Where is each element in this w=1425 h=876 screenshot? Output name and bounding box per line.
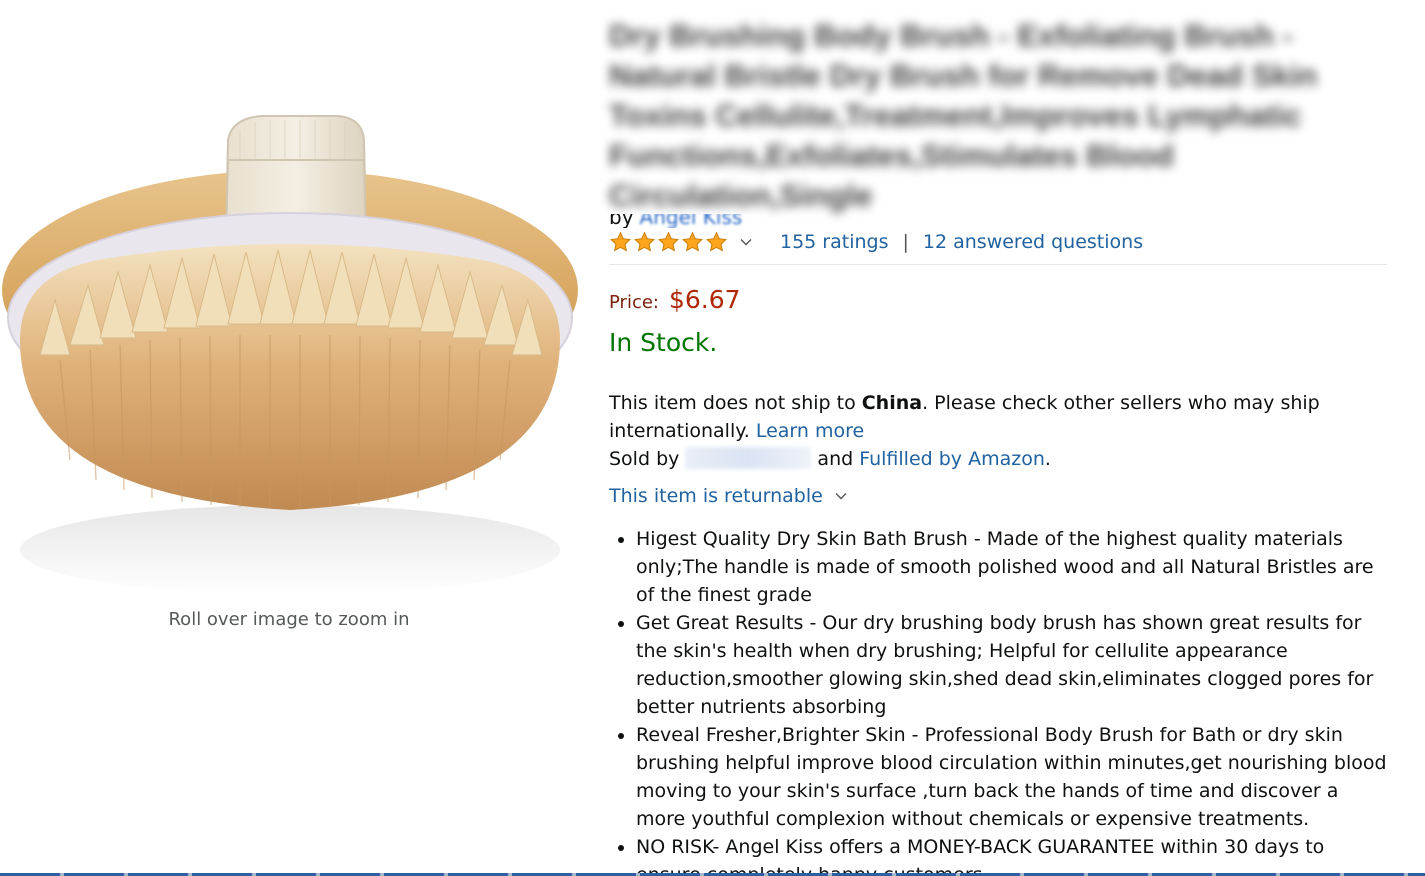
star-icon — [634, 231, 655, 252]
star-rating[interactable] — [609, 231, 728, 253]
star-icon — [610, 231, 631, 252]
list-item: Higest Quality Dry Skin Bath Brush - Mad… — [636, 525, 1388, 609]
separator: | — [902, 231, 909, 253]
fulfilled-by-amazon-link[interactable]: Fulfilled by Amazon — [859, 448, 1045, 470]
returnable-dropdown[interactable]: This item is returnable — [609, 485, 1399, 507]
brand-link[interactable]: Angel Kiss — [640, 214, 743, 228]
shipping-info: This item does not ship to China. Please… — [609, 389, 1329, 473]
and-text: and — [817, 448, 854, 470]
shipping-text-1: This item does not ship to — [609, 392, 862, 414]
rating-row: 155 ratings | 12 answered questions — [609, 228, 1387, 265]
learn-more-link[interactable]: Learn more — [756, 420, 864, 442]
seller-link[interactable] — [685, 447, 812, 469]
returnable-label: This item is returnable — [609, 485, 823, 507]
feature-bullets: Higest Quality Dry Skin Bath Brush - Mad… — [609, 525, 1388, 876]
product-image[interactable] — [0, 100, 580, 605]
chevron-down-icon[interactable] — [740, 238, 752, 246]
period: . — [1044, 448, 1051, 470]
product-title: Dry Brushing Body Brush - Exfoliating Br… — [609, 18, 1318, 213]
product-details: Dry Brushing Body Brush - Exfoliating Br… — [609, 16, 1399, 876]
shipping-country: China — [861, 392, 923, 414]
byline-prefix: by — [609, 214, 634, 228]
image-block: Roll over image to zoom in — [0, 0, 580, 640]
product-page: Roll over image to zoom in Dry Brushing … — [0, 0, 1425, 876]
byline: by Angel Kiss — [609, 214, 1399, 228]
price-row: Price: $6.67 — [609, 285, 1399, 314]
price-value: $6.67 — [668, 285, 741, 314]
star-icon — [682, 231, 703, 252]
availability-status: In Stock. — [609, 328, 718, 357]
zoom-hint: Roll over image to zoom in — [168, 609, 410, 630]
list-item: Get Great Results - Our dry brushing bod… — [636, 609, 1388, 721]
sold-by-label: Sold by — [609, 448, 680, 470]
ratings-link[interactable]: 155 ratings — [780, 231, 889, 253]
list-item: Reveal Fresher,Brighter Skin - Professio… — [636, 721, 1388, 833]
list-item: NO RISK- Angel Kiss offers a MONEY-BACK … — [636, 833, 1388, 876]
star-icon — [658, 231, 679, 252]
star-icon — [706, 231, 727, 252]
answered-questions-link[interactable]: 12 answered questions — [923, 231, 1143, 253]
price-label: Price: — [609, 292, 659, 313]
chevron-down-icon — [835, 493, 847, 500]
